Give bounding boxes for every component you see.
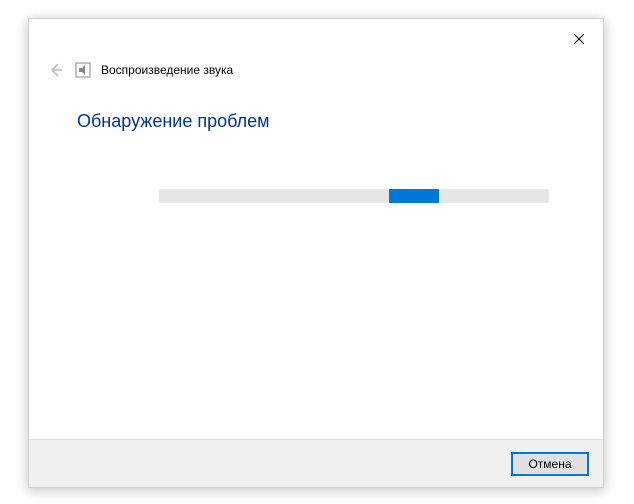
back-button[interactable] <box>47 61 65 79</box>
header-title: Воспроизведение звука <box>101 63 233 77</box>
progress-segment <box>389 189 439 203</box>
progress-bar <box>159 189 549 203</box>
close-icon <box>574 34 584 44</box>
close-button[interactable] <box>563 25 595 53</box>
troubleshooter-dialog: Воспроизведение звука Обнаружение пробле… <box>28 18 604 488</box>
sound-icon <box>75 62 91 78</box>
page-heading: Обнаружение проблем <box>77 111 270 132</box>
back-arrow-icon <box>48 62 64 78</box>
cancel-button[interactable]: Отмена <box>511 452 589 476</box>
footer: Отмена <box>29 439 603 487</box>
header: Воспроизведение звука <box>47 61 233 79</box>
